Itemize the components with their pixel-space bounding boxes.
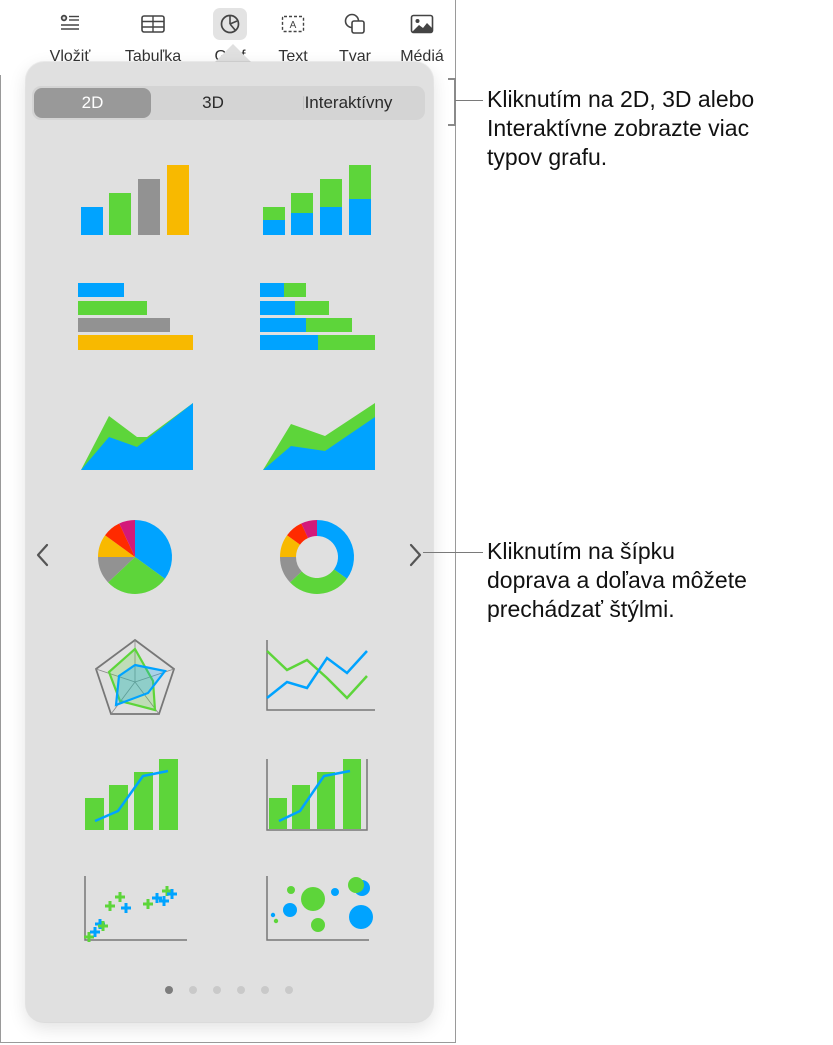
bar [284, 283, 306, 297]
bubble [349, 905, 373, 929]
page-dot[interactable] [237, 986, 245, 994]
bar [295, 301, 329, 315]
chart-type-two-axis[interactable] [252, 745, 382, 845]
bar [349, 199, 371, 235]
chart-type-stacked-bar[interactable] [252, 275, 382, 375]
bar [134, 772, 153, 830]
scatter-point [105, 901, 115, 911]
chart-type-column[interactable] [70, 158, 200, 258]
bubble [348, 877, 364, 893]
chart-type-pie[interactable] [70, 505, 200, 605]
bar [78, 335, 193, 350]
previous-style-button[interactable] [30, 538, 56, 572]
chart-type-mixed[interactable] [70, 745, 200, 845]
bar [320, 179, 342, 208]
chevron-left-icon [36, 543, 49, 567]
tab-2d[interactable]: 2D [34, 88, 151, 118]
callout-bracket [448, 78, 456, 126]
bar [109, 193, 131, 235]
chart-type-line[interactable] [252, 625, 382, 725]
chart-type-radar[interactable] [70, 625, 200, 725]
chevron-right-icon [409, 543, 422, 567]
chart-type-segmented-control: 2D 3D Interaktívny [32, 86, 425, 120]
bubble [270, 912, 276, 918]
chart-type-bubble[interactable] [252, 868, 382, 968]
bar [263, 220, 285, 235]
bar [260, 318, 306, 332]
chart-icon [213, 8, 247, 40]
chart-type-area[interactable] [70, 392, 200, 492]
page-dot[interactable] [285, 986, 293, 994]
scatter-point [115, 892, 125, 902]
bar [260, 335, 318, 350]
bar [292, 785, 310, 829]
page-dot[interactable] [213, 986, 221, 994]
callout-leader-line [455, 100, 483, 101]
line-series-blue [278, 769, 351, 823]
tab-3d[interactable]: 3D [154, 86, 272, 120]
table-icon [136, 8, 170, 40]
bar [78, 301, 147, 315]
bar [78, 283, 124, 297]
callout-arrow-help: Kliknutím na šípku doprava a doľava môže… [487, 538, 747, 622]
callout-segment-help: Kliknutím na 2D, 3D alebo Interaktívne z… [487, 86, 755, 170]
bar [85, 798, 104, 830]
tab-interactive[interactable]: Interaktívny [272, 86, 425, 120]
bar [263, 207, 285, 221]
chart-type-bar[interactable] [70, 275, 200, 375]
page-dot[interactable] [165, 986, 173, 994]
next-style-button[interactable] [402, 538, 428, 572]
axis [84, 876, 187, 941]
bar [291, 193, 313, 214]
page-dot[interactable] [189, 986, 197, 994]
media-icon [405, 8, 439, 40]
bar [81, 207, 103, 235]
chart-type-stacked-area[interactable] [252, 392, 382, 492]
bar [109, 785, 128, 830]
bubble [273, 918, 279, 924]
bar [167, 165, 189, 235]
bar [349, 165, 371, 200]
bubble [331, 888, 339, 896]
chart-type-donut[interactable] [252, 505, 382, 605]
page-dot[interactable] [261, 986, 269, 994]
axis [266, 640, 375, 711]
bar [138, 179, 160, 235]
popover-arrow [214, 44, 252, 63]
bar [320, 207, 342, 235]
bar [291, 213, 313, 235]
callout-leader-line [423, 552, 483, 553]
insert-icon [53, 8, 87, 40]
bar [269, 798, 287, 829]
scatter-point [143, 899, 153, 909]
chart-type-stacked-column[interactable] [252, 158, 382, 258]
bar [343, 759, 361, 829]
bar [159, 759, 178, 830]
bar [260, 301, 295, 315]
bar [260, 283, 284, 297]
bubble [283, 903, 297, 917]
scatter-point [121, 903, 131, 913]
bar [318, 335, 375, 350]
chart-type-scatter[interactable] [70, 868, 200, 968]
svg-text:A: A [290, 20, 297, 31]
pie-slice [317, 520, 354, 579]
text-box-icon: A [276, 8, 310, 40]
bubble [287, 886, 295, 894]
bar [306, 318, 352, 332]
line-series-blue [94, 769, 169, 823]
bubble [301, 887, 325, 911]
area-series-blue [81, 403, 193, 470]
shape-icon [338, 8, 372, 40]
bar [78, 318, 170, 332]
bubble [311, 918, 325, 932]
